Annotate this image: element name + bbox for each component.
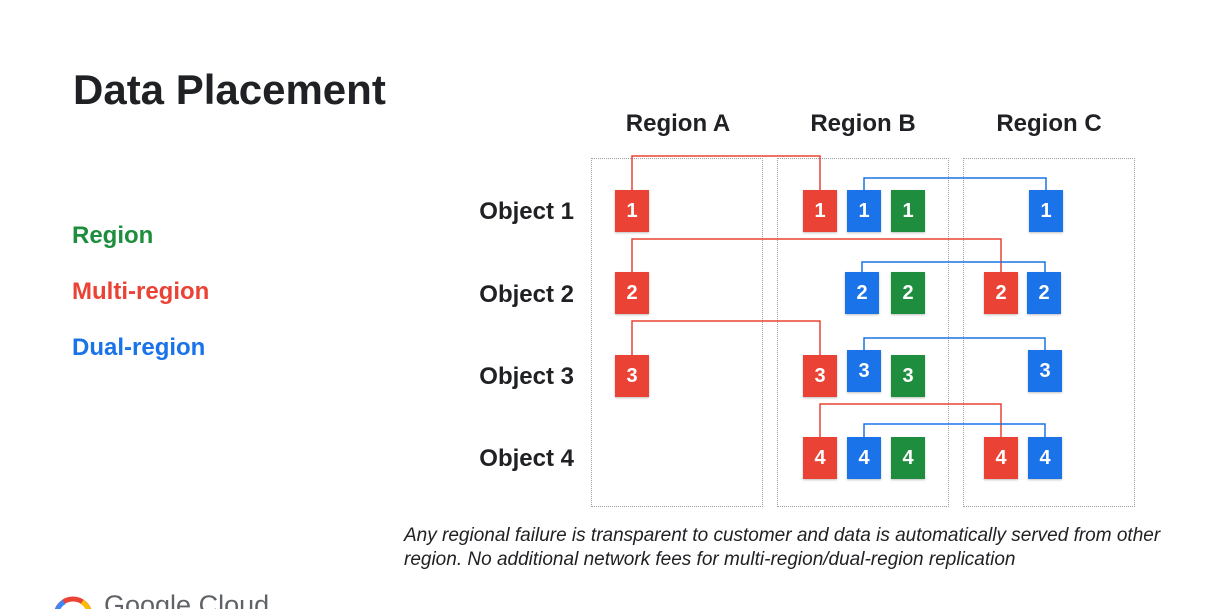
connector-object-1-multi-region: [631, 155, 821, 190]
object-2-multi-region-block-a: 2: [615, 272, 649, 314]
connector-object-4-dual-region: [863, 423, 1046, 437]
connector-object-2-dual-region: [861, 261, 1046, 272]
object-2-multi-region-block-c: 2: [984, 272, 1018, 314]
connector-object-3-dual-region: [863, 337, 1046, 350]
connector-object-1-dual-region: [863, 177, 1047, 190]
object-3-multi-region-block-b: 3: [803, 355, 837, 397]
object-4-multi-region-block-c: 4: [984, 437, 1018, 479]
connector-object-3-multi-region: [631, 320, 821, 355]
object-2-region-block-b: 2: [891, 272, 925, 314]
object-4-dual-region-block-c: 4: [1028, 437, 1062, 479]
object-4-dual-region-block-b: 4: [847, 437, 881, 479]
object-1-dual-region-block-b: 1: [847, 190, 881, 232]
object-2-dual-region-block-b: 2: [845, 272, 879, 314]
object-4-region-block-b: 4: [891, 437, 925, 479]
footer-brand: Google Cloud: [50, 588, 310, 609]
object-1-multi-region-block-b: 1: [803, 190, 837, 232]
object-3-region-block-b: 3: [891, 355, 925, 397]
object-1-multi-region-block-a: 1: [615, 190, 649, 232]
object-3-dual-region-block-c: 3: [1028, 350, 1062, 392]
google-cloud-logo-icon: [54, 596, 92, 609]
object-2-dual-region-block-c: 2: [1027, 272, 1061, 314]
object-3-dual-region-block-b: 3: [847, 350, 881, 392]
connector-object-4-multi-region: [819, 403, 1002, 437]
object-4-multi-region-block-b: 4: [803, 437, 837, 479]
connector-object-2-multi-region: [631, 238, 1002, 272]
object-1-dual-region-block-c: 1: [1029, 190, 1063, 232]
object-1-region-block-b: 1: [891, 190, 925, 232]
failover-note: Any regional failure is transparent to c…: [404, 525, 1161, 570]
object-3-multi-region-block-a: 3: [615, 355, 649, 397]
footer-brand-text: Google Cloud: [104, 590, 270, 609]
